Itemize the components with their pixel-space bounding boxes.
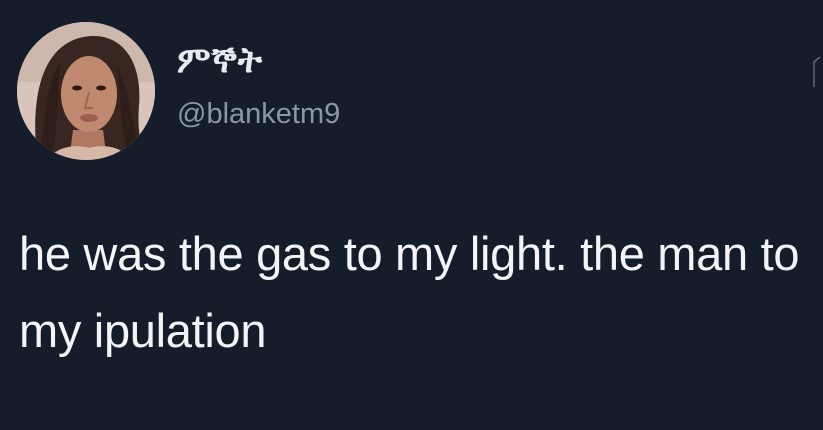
display-name[interactable]: ምኞት xyxy=(177,39,263,83)
scrollbar-edge-icon xyxy=(813,56,821,87)
user-handle[interactable]: @blanketm9 xyxy=(177,96,340,132)
avatar[interactable] xyxy=(17,22,155,160)
profile-photo-icon xyxy=(17,22,155,160)
tweet-card: ምኞት @blanketm9 he was the gas to my ligh… xyxy=(0,0,823,430)
tweet-text: he was the gas to my light. the man to m… xyxy=(19,227,800,357)
